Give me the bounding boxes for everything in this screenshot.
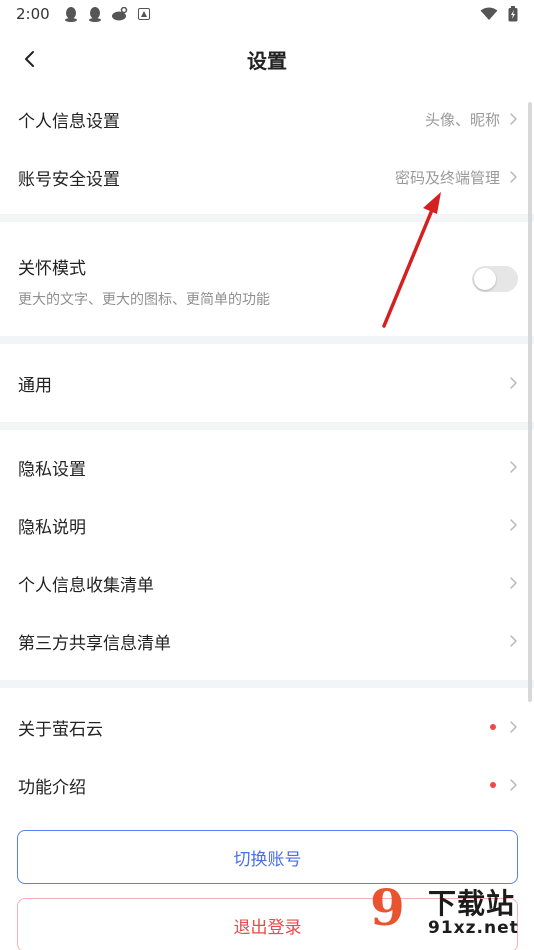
wifi-icon bbox=[480, 7, 498, 20]
row-general[interactable]: 通用 bbox=[0, 344, 534, 422]
section-divider bbox=[0, 680, 534, 688]
row-third-party-list[interactable]: 第三方共享信息清单 bbox=[0, 612, 534, 670]
chevron-left-icon bbox=[25, 51, 34, 67]
row-value: 密码及终端管理 bbox=[394, 168, 500, 187]
weibo-icon bbox=[111, 7, 127, 21]
row-value: 头像、昵称 bbox=[424, 110, 500, 129]
row-label: 账号安全设置 bbox=[18, 169, 120, 190]
care-mode-desc: 更大的文字、更大的图标、更简单的功能 bbox=[18, 292, 270, 308]
nav-bar: 设置 bbox=[0, 28, 534, 90]
row-label: 个人信息设置 bbox=[18, 111, 120, 132]
page-title: 设置 bbox=[247, 48, 287, 73]
account-section: 个人信息设置 头像、昵称 账号安全设置 密码及终端管理 bbox=[0, 90, 534, 206]
row-label: 个人信息收集清单 bbox=[18, 575, 154, 596]
chevron-right-icon bbox=[510, 519, 517, 531]
row-feature-intro[interactable]: 功能介绍 bbox=[0, 756, 534, 814]
general-section: 通用 bbox=[0, 344, 534, 422]
row-account-security[interactable]: 账号安全设置 密码及终端管理 bbox=[0, 148, 534, 206]
row-about[interactable]: 关于萤石云 bbox=[0, 698, 534, 756]
watermark-url: 91xz.net bbox=[428, 918, 519, 938]
row-personal-info[interactable]: 个人信息设置 头像、昵称 bbox=[0, 90, 534, 148]
chevron-right-icon bbox=[510, 461, 517, 473]
row-label: 隐私说明 bbox=[18, 517, 86, 538]
watermark-logo: 9 bbox=[370, 878, 405, 937]
chevron-right-icon bbox=[510, 635, 517, 647]
switch-account-button[interactable]: 切换账号 bbox=[17, 830, 518, 884]
scrollbar[interactable] bbox=[528, 102, 532, 702]
qq-icon bbox=[88, 7, 101, 22]
back-button[interactable] bbox=[12, 42, 46, 76]
site-watermark: 9 下载站 91xz.net bbox=[370, 878, 530, 948]
chevron-right-icon bbox=[510, 721, 517, 733]
section-divider bbox=[0, 336, 534, 344]
chevron-right-icon bbox=[510, 171, 517, 183]
row-privacy-policy[interactable]: 隐私说明 bbox=[0, 496, 534, 554]
chevron-right-icon bbox=[510, 113, 517, 125]
section-divider bbox=[0, 422, 534, 430]
care-mode-toggle[interactable] bbox=[472, 266, 518, 292]
notification-icon bbox=[137, 8, 150, 20]
about-section: 关于萤石云 功能介绍 bbox=[0, 698, 534, 816]
care-mode-title: 关怀模式 bbox=[18, 259, 86, 279]
chevron-right-icon bbox=[510, 577, 517, 589]
row-label: 通用 bbox=[18, 375, 52, 396]
watermark-text: 下载站 bbox=[428, 887, 516, 920]
status-bar: 2:00 bbox=[0, 0, 534, 28]
row-privacy-settings[interactable]: 隐私设置 bbox=[0, 438, 534, 496]
privacy-section: 隐私设置 隐私说明 个人信息收集清单 第三方共享信息清单 bbox=[0, 438, 534, 670]
row-care-mode: 关怀模式 更大的文字、更大的图标、更简单的功能 bbox=[0, 222, 534, 336]
toggle-knob bbox=[474, 268, 496, 290]
row-label: 第三方共享信息清单 bbox=[18, 633, 171, 654]
section-divider bbox=[0, 214, 534, 222]
row-personal-info-list[interactable]: 个人信息收集清单 bbox=[0, 554, 534, 612]
care-section: 关怀模式 更大的文字、更大的图标、更简单的功能 bbox=[0, 222, 534, 336]
status-time: 2:00 bbox=[16, 5, 50, 23]
qq-icon bbox=[64, 7, 77, 22]
new-badge-dot bbox=[490, 782, 496, 788]
status-right-icons bbox=[480, 6, 518, 22]
row-label: 功能介绍 bbox=[18, 777, 86, 798]
row-label: 隐私设置 bbox=[18, 459, 86, 480]
row-label: 关于萤石云 bbox=[18, 719, 103, 740]
new-badge-dot bbox=[490, 724, 496, 730]
chevron-right-icon bbox=[510, 377, 517, 389]
chevron-right-icon bbox=[510, 779, 517, 791]
battery-icon bbox=[508, 6, 518, 22]
status-left-icons bbox=[64, 6, 150, 22]
